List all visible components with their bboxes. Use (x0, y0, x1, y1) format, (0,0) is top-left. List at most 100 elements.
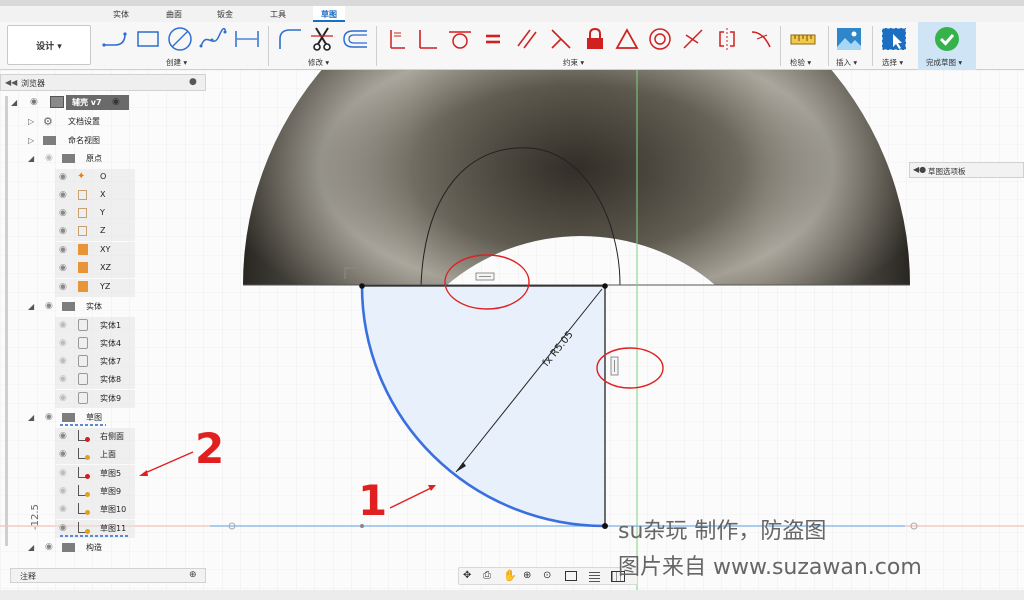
grid-settings-icon[interactable] (589, 571, 600, 582)
browser-item-z-axis[interactable]: ◉ Z (55, 223, 135, 241)
offset-tool-icon[interactable] (340, 26, 370, 52)
tab-sketch[interactable]: 草图 (313, 6, 345, 22)
browser-item-bodies[interactable]: ◢ ◉ 实体 (0, 298, 206, 316)
browser-item-xz-plane[interactable]: ◉ XZ (55, 260, 135, 278)
browser-item-body[interactable]: ◉ 实体1 (55, 317, 135, 335)
eye-icon[interactable]: ◉ (45, 301, 53, 311)
eye-hidden-icon[interactable]: ◉ (59, 374, 67, 384)
fix-lock-icon[interactable] (582, 26, 608, 52)
eye-icon[interactable]: ◉ (59, 172, 67, 182)
tab-sheet-metal[interactable]: 钣金 (217, 9, 233, 20)
browser-item-y-axis[interactable]: ◉ Y (55, 205, 135, 223)
eye-icon[interactable]: ◉ (59, 226, 67, 236)
browser-item-named-views[interactable]: ▷ 命名视图 (0, 132, 206, 150)
collinear-constraint-icon[interactable] (548, 26, 574, 52)
browser-item-sketch[interactable]: ◉ 草图9 (55, 483, 135, 501)
expand-triangle-icon[interactable]: ◢ (11, 98, 17, 107)
measure-ruler-icon[interactable] (788, 26, 818, 52)
group-label-modify[interactable]: 修改 ▾ (308, 57, 329, 68)
browser-item-body[interactable]: ◉ 实体4 (55, 335, 135, 353)
eye-icon[interactable]: ◉ (59, 263, 67, 273)
dimension-tool-icon[interactable] (232, 26, 262, 52)
circle-tool-icon[interactable] (166, 26, 194, 52)
browser-item-sketch[interactable]: ◉ 草图5 (55, 465, 135, 483)
group-label-constraints[interactable]: 约束 ▾ (563, 57, 584, 68)
browser-item-sketch-active[interactable]: ◉ 草图11 (55, 520, 135, 538)
tab-tools[interactable]: 工具 (270, 9, 286, 20)
tab-solid[interactable]: 实体 (113, 9, 129, 20)
expand-palette-icon[interactable]: ◀● (913, 165, 926, 174)
browser-item-body[interactable]: ◉ 实体9 (55, 390, 135, 408)
midpoint-constraint-icon[interactable] (680, 26, 706, 52)
browser-item-body[interactable]: ◉ 实体7 (55, 353, 135, 371)
eye-icon[interactable]: ◉ (30, 97, 38, 107)
fit-icon[interactable]: ⊙ (543, 570, 551, 581)
eye-icon[interactable]: ◉ (45, 542, 53, 552)
eye-hidden-icon[interactable]: ◉ (59, 393, 67, 403)
expand-triangle-icon[interactable]: ◢ (28, 302, 34, 311)
eye-icon[interactable]: ◉ (59, 523, 67, 533)
browser-item-yz-plane[interactable]: ◉ YZ (55, 279, 135, 297)
notes-panel-bar[interactable]: 注释 ⊕ (10, 568, 206, 583)
finish-sketch-check-icon[interactable] (930, 26, 964, 52)
browser-item-sketch[interactable]: ◉ 草图10 (55, 501, 135, 519)
eye-hidden-icon[interactable]: ◉ (59, 486, 67, 496)
equal-constraint-icon[interactable] (480, 26, 506, 52)
sketch-palette-collapsed[interactable]: ◀● 草图选项板 (909, 162, 1024, 178)
browser-item-construction[interactable]: ◢ ◉ 构造 (0, 539, 206, 557)
group-label-insert[interactable]: 插入 ▾ (836, 57, 857, 68)
eye-hidden-icon[interactable]: ◉ (59, 468, 67, 478)
browser-item-origin[interactable]: ◢ ◉ 原点 (0, 150, 206, 168)
sketch-point[interactable] (602, 283, 608, 289)
insert-image-icon[interactable] (834, 26, 864, 52)
tab-surface[interactable]: 曲面 (166, 9, 182, 20)
browser-item-origin-point[interactable]: ◉ ✦ O (55, 169, 135, 187)
eye-icon[interactable]: ◉ (59, 208, 67, 218)
sketch-point[interactable] (602, 523, 608, 529)
eye-hidden-icon[interactable]: ◉ (45, 153, 53, 163)
browser-item-xy-plane[interactable]: ◉ XY (55, 242, 135, 260)
curvature-constraint-icon[interactable] (748, 26, 774, 52)
eye-hidden-icon[interactable]: ◉ (59, 320, 67, 330)
browser-item-body[interactable]: ◉ 实体8 (55, 371, 135, 389)
browser-item-document-settings[interactable]: ▷ ⚙ 文档设置 (0, 113, 206, 131)
eye-hidden-icon[interactable]: ◉ (59, 338, 67, 348)
eye-icon[interactable]: ◉ (59, 190, 67, 200)
browser-item-sketches[interactable]: ◢ ◉ 草图 (0, 409, 206, 427)
rectangle-tool-icon[interactable] (134, 26, 162, 52)
group-label-inspect[interactable]: 检验 ▾ (790, 57, 811, 68)
collapse-panel-icon[interactable]: ◀◀ (5, 78, 17, 87)
trim-scissors-icon[interactable] (308, 26, 336, 52)
eye-icon[interactable]: ◉ (45, 412, 53, 422)
perpendicular-constraint-icon[interactable] (414, 26, 440, 52)
browser-item-sketch[interactable]: ◉ 上面 (55, 446, 135, 464)
tangent-constraint-icon[interactable] (446, 26, 474, 52)
panel-options-icon[interactable]: ● (189, 77, 197, 87)
coincident-constraint-icon[interactable] (384, 26, 408, 52)
parallel-constraint-icon[interactable] (514, 26, 540, 52)
symmetry-constraint-icon[interactable] (714, 26, 740, 52)
select-cursor-icon[interactable] (878, 26, 910, 52)
triangle-constraint-icon[interactable] (614, 26, 640, 52)
eye-icon[interactable]: ◉ (59, 449, 67, 459)
expand-triangle-icon[interactable]: ◢ (28, 413, 34, 422)
display-settings-icon[interactable] (565, 571, 577, 581)
group-label-select[interactable]: 选择 ▾ (882, 57, 903, 68)
browser-root-row[interactable]: ◢ ◉ 辅壳 v7 ◉ (0, 94, 206, 112)
eye-icon[interactable]: ◉ (59, 431, 67, 441)
eye-icon[interactable]: ◉ (59, 282, 67, 292)
expand-triangle-icon[interactable]: ▷ (28, 136, 34, 145)
look-at-icon[interactable]: ⎙ (483, 570, 491, 581)
zoom-icon[interactable]: ⊕ (523, 570, 531, 581)
orbit-icon[interactable]: ✥ (463, 570, 471, 581)
sketch-point[interactable] (359, 283, 365, 289)
line-tool-icon[interactable] (100, 26, 130, 52)
group-label-create[interactable]: 创建 ▾ (166, 57, 187, 68)
browser-item-sketch[interactable]: ◉ 右侧面 (55, 428, 135, 446)
activate-radio-icon[interactable]: ◉ (112, 97, 120, 107)
concentric-constraint-icon[interactable] (646, 26, 674, 52)
eye-hidden-icon[interactable]: ◉ (59, 504, 67, 514)
workspace-switcher-button[interactable]: 设计 ▾ (7, 25, 91, 65)
expand-triangle-icon[interactable]: ▷ (28, 117, 34, 126)
browser-item-x-axis[interactable]: ◉ X (55, 187, 135, 205)
